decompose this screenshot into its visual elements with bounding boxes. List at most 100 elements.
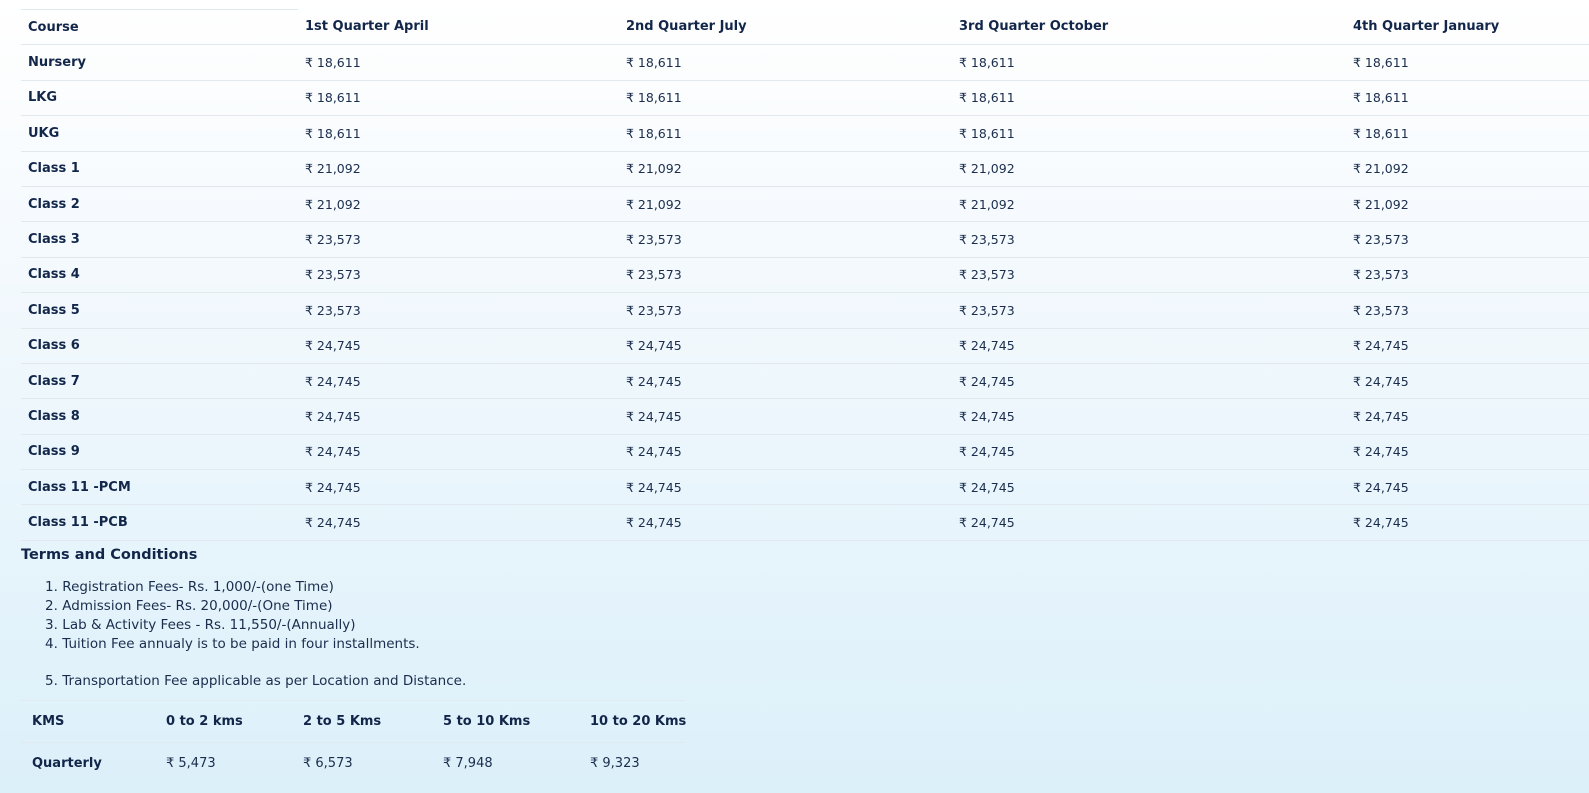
table-row: Class 11 -PCM ₹ 24,745 ₹ 24,745 ₹ 24,745… bbox=[21, 469, 1589, 506]
header-q2: 2nd Quarter July bbox=[619, 9, 952, 46]
table-row: Class 4 ₹ 23,573 ₹ 23,573 ₹ 23,573 ₹ 23,… bbox=[21, 257, 1589, 294]
fee-q2: ₹ 24,745 bbox=[619, 398, 952, 435]
course-name: Class 2 bbox=[21, 186, 298, 223]
terms-item-text: Lab & Activity Fees - Rs. 11,550/-(Annua… bbox=[62, 617, 356, 633]
row-label-quarterly: Quarterly bbox=[21, 742, 155, 784]
table-row: Class 1 ₹ 21,092 ₹ 21,092 ₹ 21,092 ₹ 21,… bbox=[21, 151, 1589, 187]
terms-item-text: Tuition Fee annualy is to be paid in fou… bbox=[62, 636, 420, 652]
course-name: Nursery bbox=[21, 44, 298, 81]
fee-q2: ₹ 24,745 bbox=[619, 328, 952, 364]
fee-q2: ₹ 21,092 bbox=[619, 151, 952, 187]
fee-q1: ₹ 23,573 bbox=[298, 221, 619, 258]
fee-q3: ₹ 24,745 bbox=[952, 363, 1346, 400]
header-distance-band: 10 to 20 Kms bbox=[579, 700, 686, 743]
table-row: Class 7 ₹ 24,745 ₹ 24,745 ₹ 24,745 ₹ 24,… bbox=[21, 363, 1589, 400]
fee-q1: ₹ 23,573 bbox=[298, 292, 619, 329]
table-row: Class 3 ₹ 23,573 ₹ 23,573 ₹ 23,573 ₹ 23,… bbox=[21, 221, 1589, 258]
fee-q4: ₹ 21,092 bbox=[1346, 186, 1589, 223]
fee-q3: ₹ 23,573 bbox=[952, 292, 1346, 329]
fee-q1: ₹ 24,745 bbox=[298, 363, 619, 400]
table-row: Nursery ₹ 18,611 ₹ 18,611 ₹ 18,611 ₹ 18,… bbox=[21, 44, 1589, 81]
course-name: Class 7 bbox=[21, 363, 298, 400]
fee-q3: ₹ 18,611 bbox=[952, 44, 1346, 81]
terms-item-number: 5. bbox=[45, 673, 58, 689]
fee-q4: ₹ 24,745 bbox=[1346, 328, 1589, 364]
fee-q4: ₹ 24,745 bbox=[1346, 434, 1589, 471]
fee-q2: ₹ 24,745 bbox=[619, 504, 952, 541]
fee-q2: ₹ 24,745 bbox=[619, 469, 952, 506]
table-row: Quarterly ₹ 5,473 ₹ 6,573 ₹ 7,948 ₹ 9,32… bbox=[21, 742, 684, 784]
fee-q3: ₹ 24,745 bbox=[952, 504, 1346, 541]
fee-q4: ₹ 23,573 bbox=[1346, 292, 1589, 329]
fee-q1: ₹ 18,611 bbox=[298, 80, 619, 117]
header-kms: KMS bbox=[21, 700, 155, 743]
terms-item-number: 3. bbox=[45, 617, 58, 633]
header-distance-band: 2 to 5 Kms bbox=[292, 700, 432, 743]
fee-q1: ₹ 24,745 bbox=[298, 469, 619, 506]
fee-q4: ₹ 24,745 bbox=[1346, 504, 1589, 541]
header-distance-band: 5 to 10 Kms bbox=[432, 700, 579, 743]
fee-q4: ₹ 18,611 bbox=[1346, 115, 1589, 152]
table-row: Class 6 ₹ 24,745 ₹ 24,745 ₹ 24,745 ₹ 24,… bbox=[21, 328, 1589, 364]
terms-list: 1. Registration Fees- Rs. 1,000/-(one Ti… bbox=[21, 578, 466, 691]
fee-q3: ₹ 21,092 bbox=[952, 186, 1346, 223]
fee-q3: ₹ 23,573 bbox=[952, 221, 1346, 258]
fee-q1: ₹ 23,573 bbox=[298, 257, 619, 294]
fee-q4: ₹ 24,745 bbox=[1346, 469, 1589, 506]
table-row: Class 9 ₹ 24,745 ₹ 24,745 ₹ 24,745 ₹ 24,… bbox=[21, 434, 1589, 471]
course-name: LKG bbox=[21, 80, 298, 117]
header-q3: 3rd Quarter October bbox=[952, 9, 1346, 46]
terms-item-text: Admission Fees- Rs. 20,000/-(One Time) bbox=[62, 598, 333, 614]
terms-item: 5. Transportation Fee applicable as per … bbox=[21, 672, 466, 691]
fee-q3: ₹ 18,611 bbox=[952, 80, 1346, 117]
terms-item-number: 4. bbox=[45, 636, 58, 652]
transport-fee-table: KMS 0 to 2 kms 2 to 5 Kms 5 to 10 Kms 10… bbox=[21, 700, 686, 784]
fee-q2: ₹ 23,573 bbox=[619, 292, 952, 329]
course-name: Class 5 bbox=[21, 292, 298, 329]
fee-q1: ₹ 24,745 bbox=[298, 398, 619, 435]
fee-q1: ₹ 18,611 bbox=[298, 115, 619, 152]
fee-q4: ₹ 18,611 bbox=[1346, 80, 1589, 117]
transport-fee: ₹ 9,323 bbox=[579, 742, 684, 784]
terms-item: 2. Admission Fees- Rs. 20,000/-(One Time… bbox=[21, 597, 466, 616]
header-distance-band: 0 to 2 kms bbox=[155, 700, 292, 743]
fee-q2: ₹ 18,611 bbox=[619, 115, 952, 152]
course-name: Class 8 bbox=[21, 398, 298, 435]
header-q4: 4th Quarter January bbox=[1346, 9, 1589, 46]
header-q1: 1st Quarter April bbox=[298, 9, 619, 46]
fee-q1: ₹ 24,745 bbox=[298, 328, 619, 364]
fee-q2: ₹ 24,745 bbox=[619, 434, 952, 471]
course-name: Class 1 bbox=[21, 151, 298, 187]
course-name: Class 11 -PCB bbox=[21, 504, 298, 541]
fee-q3: ₹ 24,745 bbox=[952, 398, 1346, 435]
course-name: Class 9 bbox=[21, 434, 298, 471]
fee-q2: ₹ 24,745 bbox=[619, 363, 952, 400]
fee-q4: ₹ 23,573 bbox=[1346, 257, 1589, 294]
fee-q1: ₹ 24,745 bbox=[298, 504, 619, 541]
terms-item-text: Registration Fees- Rs. 1,000/-(one Time) bbox=[62, 579, 334, 595]
fee-q1: ₹ 18,611 bbox=[298, 44, 619, 81]
fee-q3: ₹ 23,573 bbox=[952, 257, 1346, 294]
terms-item-number: 1. bbox=[45, 579, 58, 595]
fee-q3: ₹ 24,745 bbox=[952, 469, 1346, 506]
fee-q3: ₹ 24,745 bbox=[952, 328, 1346, 364]
fee-table-header-row: Course 1st Quarter April 2nd Quarter Jul… bbox=[21, 8, 1589, 46]
fee-q2: ₹ 18,611 bbox=[619, 44, 952, 81]
fee-q2: ₹ 21,092 bbox=[619, 186, 952, 223]
terms-item-text: Transportation Fee applicable as per Loc… bbox=[62, 673, 467, 689]
transport-fee: ₹ 6,573 bbox=[292, 742, 432, 784]
fee-q3: ₹ 21,092 bbox=[952, 151, 1346, 187]
table-row: UKG ₹ 18,611 ₹ 18,611 ₹ 18,611 ₹ 18,611 bbox=[21, 115, 1589, 152]
table-row: Class 11 -PCB ₹ 24,745 ₹ 24,745 ₹ 24,745… bbox=[21, 504, 1589, 541]
table-row: Class 8 ₹ 24,745 ₹ 24,745 ₹ 24,745 ₹ 24,… bbox=[21, 398, 1589, 435]
course-name: Class 11 -PCM bbox=[21, 469, 298, 506]
transport-fee: ₹ 7,948 bbox=[432, 742, 579, 784]
course-name: UKG bbox=[21, 115, 298, 152]
course-name: Class 3 bbox=[21, 221, 298, 258]
fee-table: Course 1st Quarter April 2nd Quarter Jul… bbox=[21, 8, 1589, 541]
fee-q2: ₹ 18,611 bbox=[619, 80, 952, 117]
fee-q3: ₹ 24,745 bbox=[952, 434, 1346, 471]
fee-q1: ₹ 21,092 bbox=[298, 186, 619, 223]
table-row: Class 5 ₹ 23,573 ₹ 23,573 ₹ 23,573 ₹ 23,… bbox=[21, 292, 1589, 329]
table-row: Class 2 ₹ 21,092 ₹ 21,092 ₹ 21,092 ₹ 21,… bbox=[21, 186, 1589, 223]
